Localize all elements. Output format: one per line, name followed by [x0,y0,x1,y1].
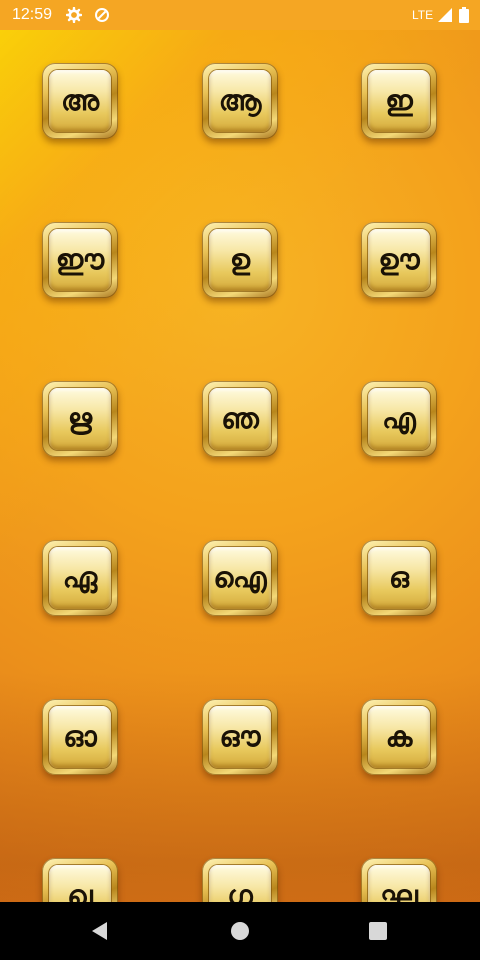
letter-tile[interactable]: ഇ [361,63,437,139]
data-saver-icon [94,7,110,23]
letter-tile[interactable]: ഒ [361,540,437,616]
letter-label: എ [382,402,416,435]
signal-icon [437,7,453,23]
letter-tile-face: ആ [209,70,271,132]
letter-label: ഊ [378,243,420,276]
letter-grid: അആഇഈഉഊഋഞഎഏഐഒഓഔകഖഗഘ [0,30,480,934]
letter-tile[interactable]: എ [361,381,437,457]
letter-tile-face: അ [49,70,111,132]
letter-tile[interactable]: ഔ [202,699,278,775]
letter-tile-face: ഉ [209,229,271,291]
letter-tile[interactable]: ഏ [42,540,118,616]
letter-label: ഒ [389,561,409,594]
app-screen: 12:59 LTE അ ആ ഇ ഈ ഉ ഊ ഋ ഞ എ ഏ ഐ ഒ ഓ ഔ ക … [0,0,480,960]
letter-tile-face: ക [368,706,430,768]
letter-tile-face: ഈ [49,229,111,291]
letter-tile[interactable]: ക [361,699,437,775]
gear-icon [65,6,83,24]
letter-label: ഐ [213,561,267,594]
letter-tile-face: ഓ [49,706,111,768]
letter-tile-face: എ [368,388,430,450]
letter-label: ഞ [221,402,259,435]
letter-tile[interactable]: ഉ [202,222,278,298]
letter-tile[interactable]: ഞ [202,381,278,457]
home-icon[interactable] [225,916,255,946]
letter-tile-face: ഔ [209,706,271,768]
letter-tile[interactable]: ഊ [361,222,437,298]
letter-label: ഉ [229,243,251,276]
network-type: LTE [412,8,434,22]
letter-tile[interactable]: ഐ [202,540,278,616]
back-icon[interactable] [85,916,115,946]
letter-tile-face: ഋ [49,388,111,450]
battery-icon [459,7,469,23]
status-bar: 12:59 LTE [0,0,480,30]
navigation-bar [0,902,480,960]
letter-label: ഔ [219,720,261,753]
letter-tile[interactable]: ആ [202,63,278,139]
letter-label: ക [385,720,413,753]
letter-tile[interactable]: ഋ [42,381,118,457]
letter-label: അ [60,84,100,117]
letter-tile[interactable]: അ [42,63,118,139]
letter-label: ഇ [385,84,413,117]
letter-tile-face: ഐ [209,547,271,609]
letter-tile[interactable]: ഈ [42,222,118,298]
letter-tile[interactable]: ഓ [42,699,118,775]
recents-icon[interactable] [363,916,393,946]
letter-tile-face: ഊ [368,229,430,291]
letter-tile-face: ഒ [368,547,430,609]
letter-tile-face: ഇ [368,70,430,132]
letter-label: ഏ [62,561,98,594]
letter-label: ഓ [63,720,97,753]
letter-label: ആ [218,84,262,117]
letter-tile-face: ഞ [209,388,271,450]
letter-tile-face: ഏ [49,547,111,609]
letter-label: ഈ [55,243,105,276]
letter-label: ഋ [67,402,93,435]
status-time: 12:59 [12,6,53,23]
